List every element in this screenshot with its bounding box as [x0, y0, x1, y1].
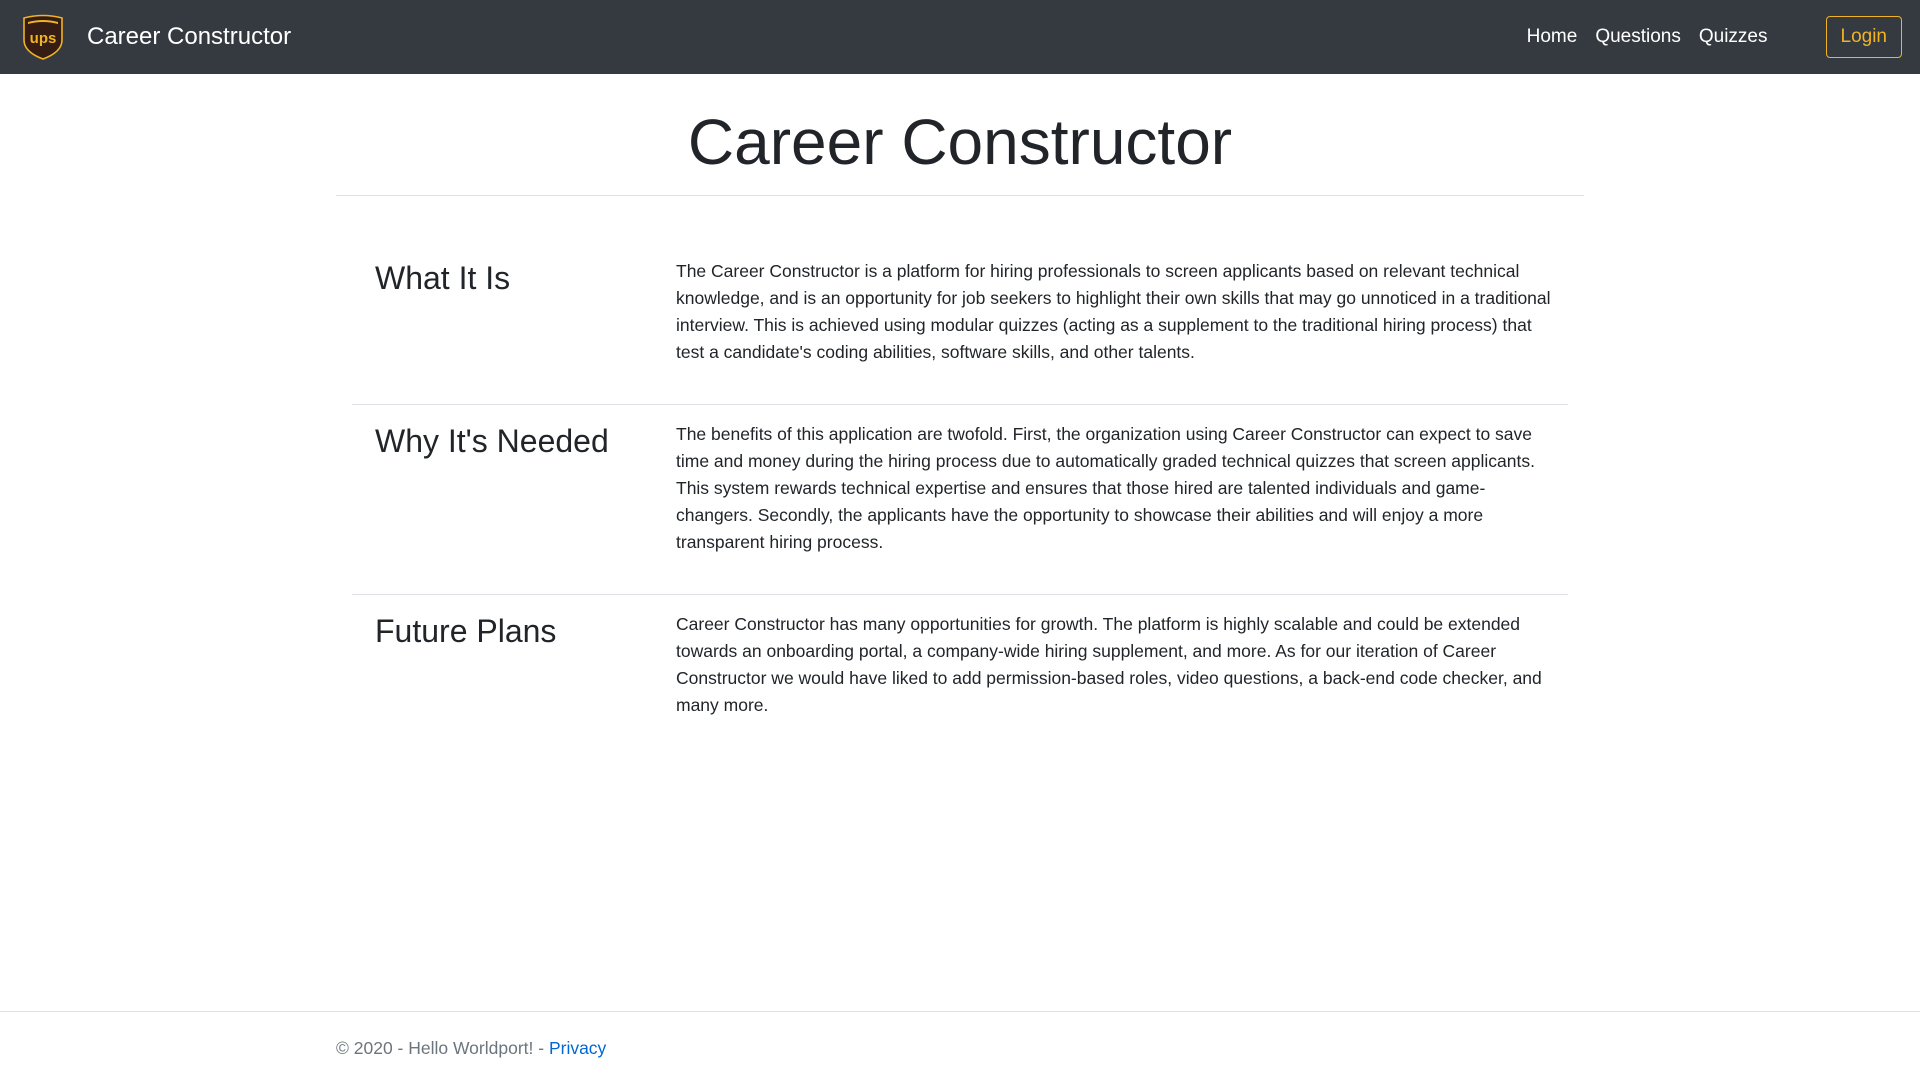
footer-text: © 2020 - Hello Worldport! - — [336, 1038, 549, 1058]
page-title: Career Constructor — [687, 106, 1233, 178]
nav-link-home[interactable]: Home — [1527, 25, 1578, 49]
title-divider — [336, 195, 1584, 196]
section-body: Career Constructor has many opportunitie… — [676, 614, 1542, 715]
section-divider — [352, 404, 1568, 405]
logo-text: ups — [30, 30, 57, 47]
section-heading: Future Plans — [375, 613, 557, 649]
ups-shield-logo[interactable]: ups — [22, 14, 64, 60]
section-heading: Why It's Needed — [375, 423, 609, 459]
navbar: ups Career Constructor Home Questions Qu… — [0, 0, 1920, 74]
section-body: The Career Constructor is a platform for… — [676, 261, 1551, 362]
login-button[interactable]: Login — [1825, 16, 1902, 58]
nav-links: Home Questions Quizzes Login — [1527, 0, 1920, 74]
brand-name[interactable]: Career Constructor — [87, 22, 291, 52]
footer: © 2020 - Hello Worldport! - Privacy — [336, 1036, 606, 1060]
footer-divider — [0, 1011, 1920, 1012]
nav-link-questions[interactable]: Questions — [1595, 25, 1681, 49]
section-body: The benefits of this application are two… — [676, 424, 1535, 552]
section-divider — [352, 594, 1568, 595]
section-heading: What It Is — [375, 260, 511, 296]
privacy-link[interactable]: Privacy — [549, 1038, 606, 1058]
nav-link-quizzes[interactable]: Quizzes — [1699, 25, 1768, 49]
